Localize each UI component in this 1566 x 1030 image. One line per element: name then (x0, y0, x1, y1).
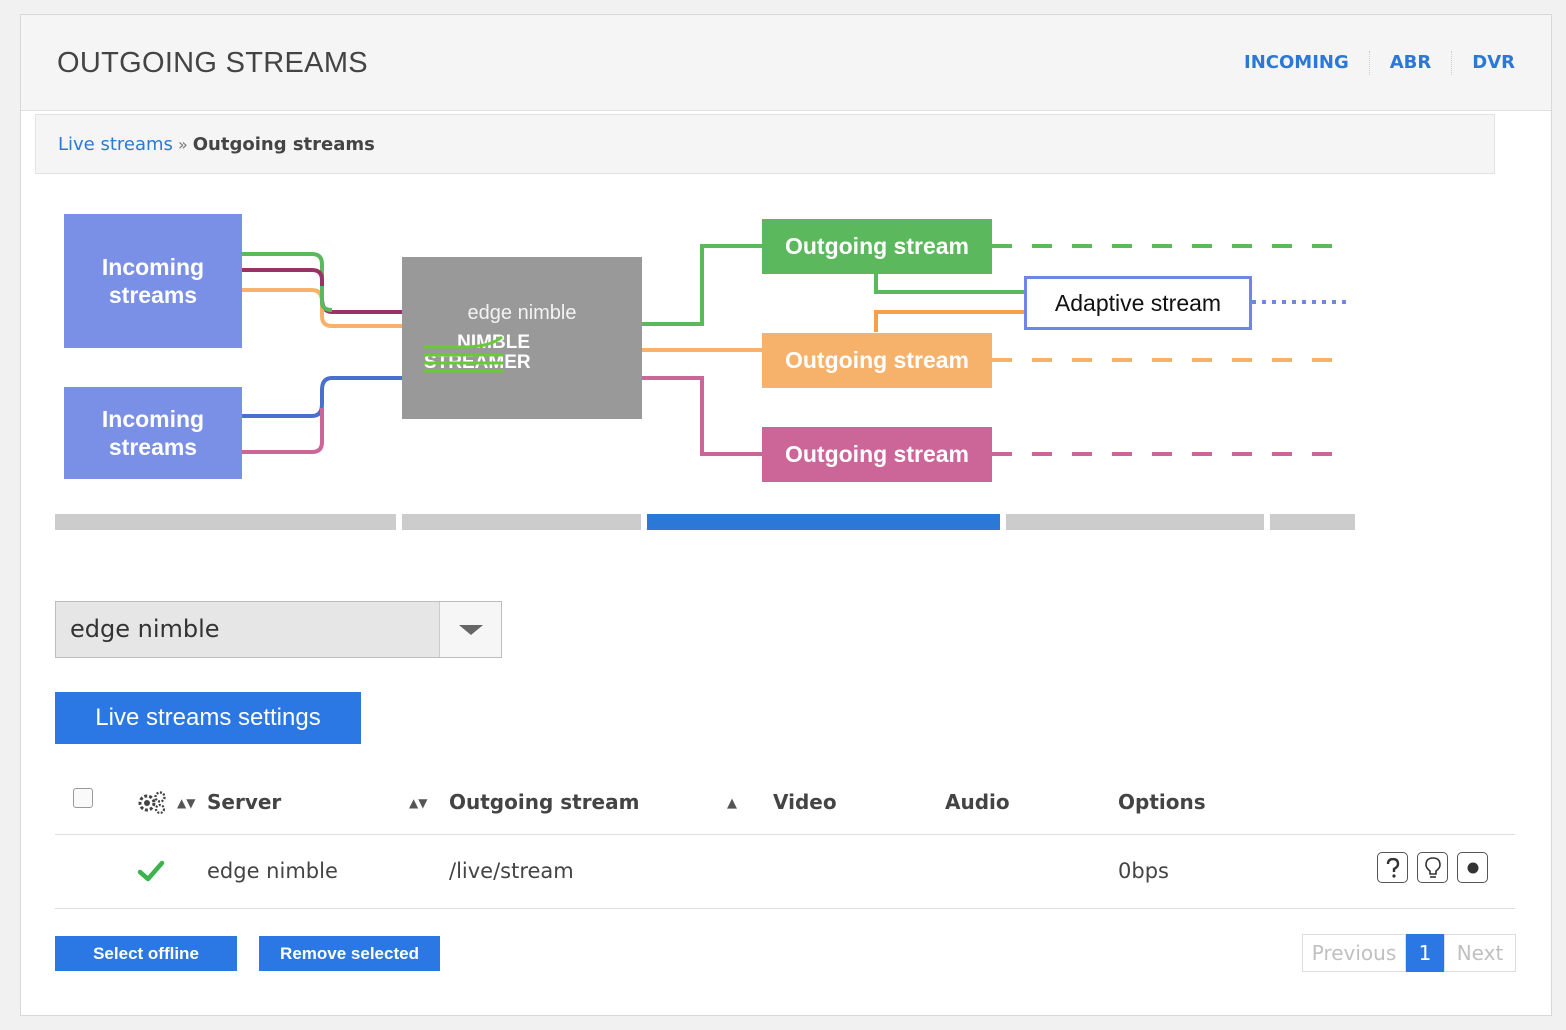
progress-step-1 (55, 514, 396, 530)
edge-server-box: edge nimble NIMBLE STREAMER (402, 257, 642, 419)
column-video: Video (773, 790, 837, 814)
progress-step-5 (1270, 514, 1355, 530)
sort-icon[interactable]: ▲▼ (177, 796, 195, 810)
live-streams-settings-button[interactable]: Live streams settings (55, 692, 361, 744)
pagination-page-1[interactable]: 1 (1406, 934, 1444, 972)
pagination-previous[interactable]: Previous (1302, 934, 1406, 972)
outgoing-streams-table: ▲▼ Server ▲▼ Outgoing stream ▲ Video Aud… (55, 772, 1515, 909)
outgoing-stream-box-orange: Outgoing stream (762, 333, 992, 388)
chevron-down-icon (458, 624, 483, 635)
page-title: OUTGOING STREAMS (57, 47, 368, 79)
header-nav: INCOMING ABR DVR (1224, 51, 1515, 75)
lightbulb-icon[interactable] (1417, 852, 1448, 883)
breadcrumb-live-streams-link[interactable]: Live streams (58, 134, 173, 155)
outgoing-stream-box-green: Outgoing stream (762, 219, 992, 274)
server-select[interactable]: edge nimble (55, 601, 502, 658)
sort-asc-icon[interactable]: ▲ (727, 796, 737, 811)
record-icon[interactable] (1457, 852, 1488, 883)
breadcrumb-current: Outgoing streams (192, 133, 375, 155)
status-online-check-icon (137, 860, 165, 882)
column-server[interactable]: Server (207, 790, 281, 814)
column-options: Options (1118, 790, 1206, 814)
progress-step-4 (1006, 514, 1264, 530)
incoming-streams-box-bottom: Incoming streams (64, 387, 242, 479)
adaptive-stream-box: Adaptive stream (1024, 276, 1252, 330)
incoming-streams-box-top: Incoming streams (64, 214, 242, 348)
help-icon[interactable] (1377, 852, 1408, 883)
progress-step-3 (647, 514, 1000, 530)
server-select-value: edge nimble (70, 615, 220, 643)
remove-selected-button[interactable]: Remove selected (259, 936, 440, 971)
table-header: ▲▼ Server ▲▼ Outgoing stream ▲ Video Aud… (55, 772, 1515, 835)
breadcrumb-separator: » (177, 134, 188, 154)
table-row: edge nimble /live/stream 0bps (55, 835, 1515, 909)
nav-abr-link[interactable]: ABR (1368, 51, 1452, 75)
logo-lines-icon (424, 335, 504, 373)
nav-dvr-link[interactable]: DVR (1451, 51, 1515, 75)
select-offline-button[interactable]: Select offline (55, 936, 237, 971)
panel-header: OUTGOING STREAMS INCOMING ABR DVR (21, 15, 1551, 111)
streaming-diagram: Incoming streams Incoming streams edge n… (36, 198, 1356, 528)
nimble-streamer-logo: NIMBLE STREAMER (424, 333, 624, 379)
edge-server-label: edge nimble (467, 301, 577, 324)
gears-icon[interactable] (137, 790, 167, 814)
outgoing-stream-box-pink: Outgoing stream (762, 427, 992, 482)
pagination-next[interactable]: Next (1444, 934, 1516, 972)
nav-incoming-link[interactable]: INCOMING (1224, 51, 1369, 75)
row-server: edge nimble (207, 859, 338, 883)
column-audio: Audio (945, 790, 1010, 814)
sort-icon[interactable]: ▲▼ (409, 796, 427, 810)
breadcrumb: Live streams » Outgoing streams (35, 114, 1495, 174)
pagination: Previous 1 Next (1302, 934, 1516, 972)
row-options: 0bps (1118, 859, 1169, 883)
row-outgoing-stream: /live/stream (449, 859, 574, 883)
progress-step-2 (402, 514, 641, 530)
select-all-checkbox[interactable] (73, 788, 93, 808)
column-outgoing-stream[interactable]: Outgoing stream (449, 790, 639, 814)
server-select-toggle[interactable] (439, 602, 501, 657)
